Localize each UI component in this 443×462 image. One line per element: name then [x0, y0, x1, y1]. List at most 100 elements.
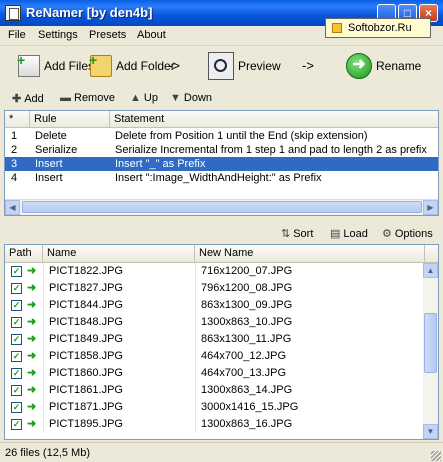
file-checkbox[interactable]: ✓ [11, 385, 22, 396]
file-checkbox[interactable]: ✓ [11, 351, 22, 362]
sort-label: Sort [293, 227, 314, 240]
rules-scroll-thumb[interactable] [22, 201, 422, 213]
file-row[interactable]: ✓ ➜ PICT1858.JPG 464x700_12.JPG [5, 348, 425, 365]
file-row[interactable]: ✓ ➜ PICT1895.JPG 1300x863_16.JPG [5, 416, 425, 433]
options-button[interactable]: ⚙ Options [382, 227, 433, 241]
rule-statement: Insert ":Image_WidthAndHeight:" as Prefi… [115, 172, 322, 184]
file-row[interactable]: ✓ ➜ PICT1860.JPG 464x700_13.JPG [5, 365, 425, 382]
rules-col-rule[interactable]: Rule [30, 111, 110, 127]
add-rule-button[interactable]: ✚ Add [12, 92, 44, 106]
add-files-icon [17, 52, 40, 77]
rule-statement: Insert "_" as Prefix [115, 158, 206, 170]
green-arrow-icon: ➜ [27, 384, 37, 396]
files-vertical-scrollbar[interactable]: ▲ ▼ [423, 263, 438, 439]
rule-row-1[interactable]: 1 Delete Delete from Position 1 until th… [5, 129, 438, 143]
files-toolbar: ⇅ Sort ▤ Load ⚙ Options [0, 225, 443, 243]
menu-settings[interactable]: Settings [38, 29, 78, 41]
preview-label: Preview [238, 59, 281, 73]
files-scroll-thumb[interactable] [424, 313, 437, 373]
rules-grid[interactable]: * Rule Statement 1 Delete Delete from Po… [4, 110, 439, 216]
file-checkbox[interactable]: ✓ [11, 334, 22, 345]
file-checkbox[interactable]: ✓ [11, 368, 22, 379]
load-icon: ▤ [330, 228, 341, 240]
file-name: PICT1895.JPG [49, 418, 123, 430]
watermark-text: Softobzor.Ru [348, 22, 412, 34]
status-text: 26 files (12,5 Mb) [5, 447, 90, 459]
rule-number: 2 [11, 144, 18, 156]
app-icon[interactable] [5, 5, 21, 21]
move-down-button[interactable]: ▼ Down [170, 92, 212, 104]
rule-name: Serialize [35, 144, 78, 156]
rules-col-statement[interactable]: Statement [110, 111, 440, 127]
file-name: PICT1822.JPG [49, 265, 123, 277]
flow-arrow-1: -> [168, 58, 180, 73]
scroll-down-icon[interactable]: ▼ [423, 424, 438, 439]
menu-file[interactable]: File [8, 29, 26, 41]
rule-row-2[interactable]: 2 Serialize Serialize Incremental from 1… [5, 143, 438, 157]
files-grid[interactable]: Path Name New Name ✓ ➜ PICT1822.JPG 716x120… [4, 244, 439, 440]
rule-number: 3 [11, 158, 18, 170]
file-name: PICT1827.JPG [49, 282, 123, 294]
menu-presets[interactable]: Presets [89, 29, 126, 41]
files-col-path[interactable]: Path [5, 245, 43, 262]
remove-rule-button[interactable]: ▬ Remove [60, 92, 115, 104]
file-row[interactable]: ✓ ➜ PICT1848.JPG 1300x863_10.JPG [5, 314, 425, 331]
file-row[interactable]: ✓ ➜ PICT1861.JPG 1300x863_14.JPG [5, 382, 425, 399]
file-row[interactable]: ✓ ➜ PICT1822.JPG 716x1200_07.JPG [5, 263, 425, 280]
file-new-name: 464x700_12.JPG [201, 350, 287, 362]
green-arrow-icon: ➜ [27, 282, 37, 294]
green-arrow-icon: ➜ [27, 299, 37, 311]
rules-header: * Rule Statement [5, 111, 438, 128]
add-files-label: Add Files [44, 59, 95, 73]
resize-grip-icon[interactable] [431, 451, 441, 461]
rule-row-4[interactable]: 4 Insert Insert ":Image_WidthAndHeight:"… [5, 171, 438, 185]
scroll-left-icon[interactable]: ◀ [5, 200, 20, 215]
load-button[interactable]: ▤ Load [330, 227, 368, 241]
file-new-name: 796x1200_08.JPG [201, 282, 293, 294]
rename-button[interactable]: ➜ Rename [346, 46, 421, 86]
flow-arrow-2: -> [302, 58, 314, 73]
scroll-right-icon[interactable]: ▶ [423, 200, 438, 215]
file-row[interactable]: ✓ ➜ PICT1871.JPG 3000x1416_15.JPG [5, 399, 425, 416]
file-checkbox[interactable]: ✓ [11, 300, 22, 311]
file-new-name: 1300x863_16.JPG [201, 418, 293, 430]
green-arrow-icon: ➜ [27, 367, 37, 379]
rule-number: 1 [11, 130, 18, 142]
files-col-name[interactable]: Name [43, 245, 195, 262]
arrow-down-icon: ▼ [170, 92, 181, 104]
plus-icon: ✚ [12, 93, 22, 105]
file-name: PICT1871.JPG [49, 401, 123, 413]
rule-name: Insert [35, 172, 63, 184]
add-folder-button[interactable]: Add Folder [89, 46, 175, 86]
file-checkbox[interactable]: ✓ [11, 283, 22, 294]
file-checkbox[interactable]: ✓ [11, 402, 22, 413]
rules-col-star[interactable]: * [5, 111, 30, 127]
rename-icon: ➜ [346, 53, 372, 79]
rules-horizontal-scrollbar[interactable]: ◀ ▶ [5, 199, 438, 215]
rule-row-3[interactable]: 3 Insert Insert "_" as Prefix [5, 157, 438, 171]
sort-icon: ⇅ [281, 228, 291, 240]
move-down-label: Down [183, 92, 213, 104]
add-rule-label: Add [24, 92, 44, 105]
file-row[interactable]: ✓ ➜ PICT1844.JPG 863x1300_09.JPG [5, 297, 425, 314]
window-title: ReNamer [by den4b] [26, 5, 153, 20]
files-col-new-name[interactable]: New Name [195, 245, 425, 262]
preview-button[interactable]: Preview [208, 46, 281, 86]
options-icon: ⚙ [382, 228, 392, 240]
arrow-up-icon: ▲ [130, 92, 141, 104]
file-checkbox[interactable]: ✓ [11, 419, 22, 430]
add-files-button[interactable]: Add Files [17, 46, 95, 86]
rule-number: 4 [11, 172, 18, 184]
green-arrow-icon: ➜ [27, 401, 37, 413]
menu-about[interactable]: About [137, 29, 166, 41]
file-checkbox[interactable]: ✓ [11, 266, 22, 277]
file-row[interactable]: ✓ ➜ PICT1849.JPG 863x1300_11.JPG [5, 331, 425, 348]
file-new-name: 1300x863_10.JPG [201, 316, 293, 328]
green-arrow-icon: ➜ [27, 333, 37, 345]
sort-button[interactable]: ⇅ Sort [281, 227, 314, 241]
file-new-name: 3000x1416_15.JPG [201, 401, 299, 413]
file-row[interactable]: ✓ ➜ PICT1827.JPG 796x1200_08.JPG [5, 280, 425, 297]
move-up-button[interactable]: ▲ Up [130, 92, 158, 104]
scroll-up-icon[interactable]: ▲ [423, 263, 438, 278]
file-checkbox[interactable]: ✓ [11, 317, 22, 328]
